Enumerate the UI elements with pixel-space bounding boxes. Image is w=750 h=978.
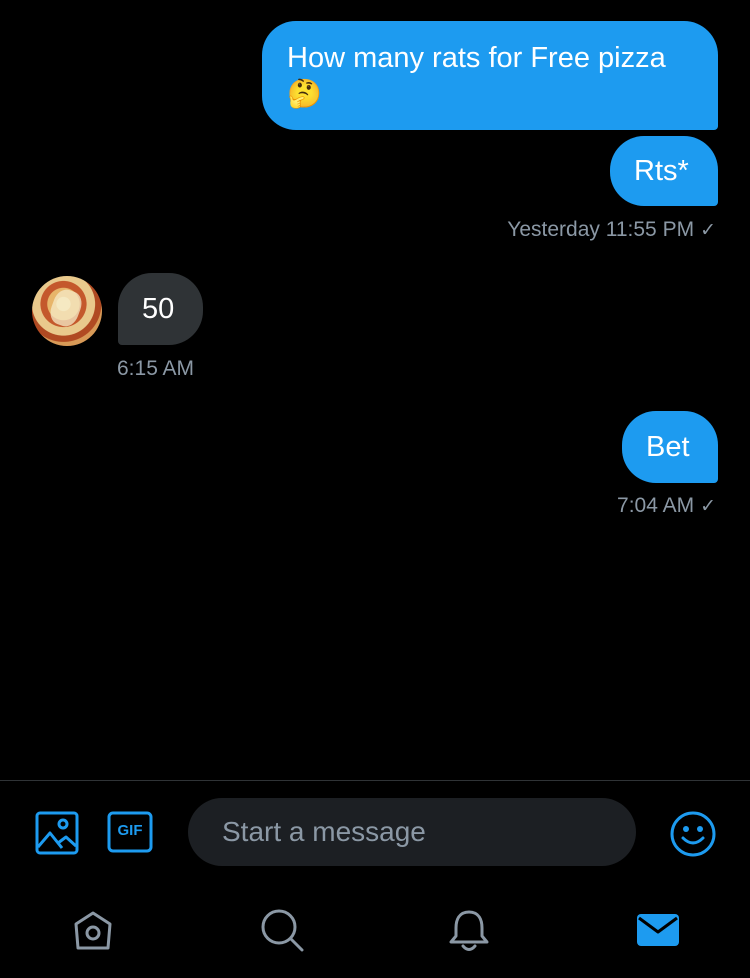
outgoing-message-bubble[interactable]: Bet	[622, 411, 718, 483]
read-check-icon: ✓	[700, 496, 716, 517]
bell-icon[interactable]	[447, 908, 491, 952]
gif-label: GIF	[117, 822, 143, 839]
image-icon[interactable]	[35, 811, 79, 855]
message-text: 50	[142, 293, 175, 325]
incoming-message-bubble[interactable]: 50	[118, 273, 203, 345]
message-text: Bet	[646, 431, 690, 463]
mail-icon[interactable]	[636, 908, 680, 952]
gif-icon[interactable]: GIF	[107, 811, 153, 853]
message-composer: GIF	[0, 780, 750, 880]
message-thread: How many rats for Free pizza 🤔 Rts* Yest…	[0, 0, 750, 780]
read-check-icon: ✓	[700, 220, 716, 241]
avatar[interactable]	[32, 276, 102, 346]
smiley-icon[interactable]	[669, 810, 717, 858]
home-icon[interactable]	[71, 908, 115, 952]
search-icon[interactable]	[260, 908, 304, 952]
message-input-wrapper	[188, 798, 636, 866]
outgoing-message-bubble[interactable]: How many rats for Free pizza 🤔	[262, 21, 718, 130]
outgoing-message-bubble[interactable]: Rts*	[610, 136, 718, 206]
message-timestamp: 7:04 AM ✓	[617, 494, 716, 517]
message-input[interactable]	[188, 798, 636, 866]
message-timestamp: 6:15 AM	[117, 357, 195, 380]
message-text: Rts*	[634, 155, 689, 187]
message-timestamp: Yesterday 11:55 PM ✓	[507, 218, 716, 241]
message-text: How many rats for Free pizza	[287, 42, 666, 74]
bottom-tab-bar	[0, 880, 750, 978]
thinking-emoji: 🤔	[287, 77, 322, 110]
